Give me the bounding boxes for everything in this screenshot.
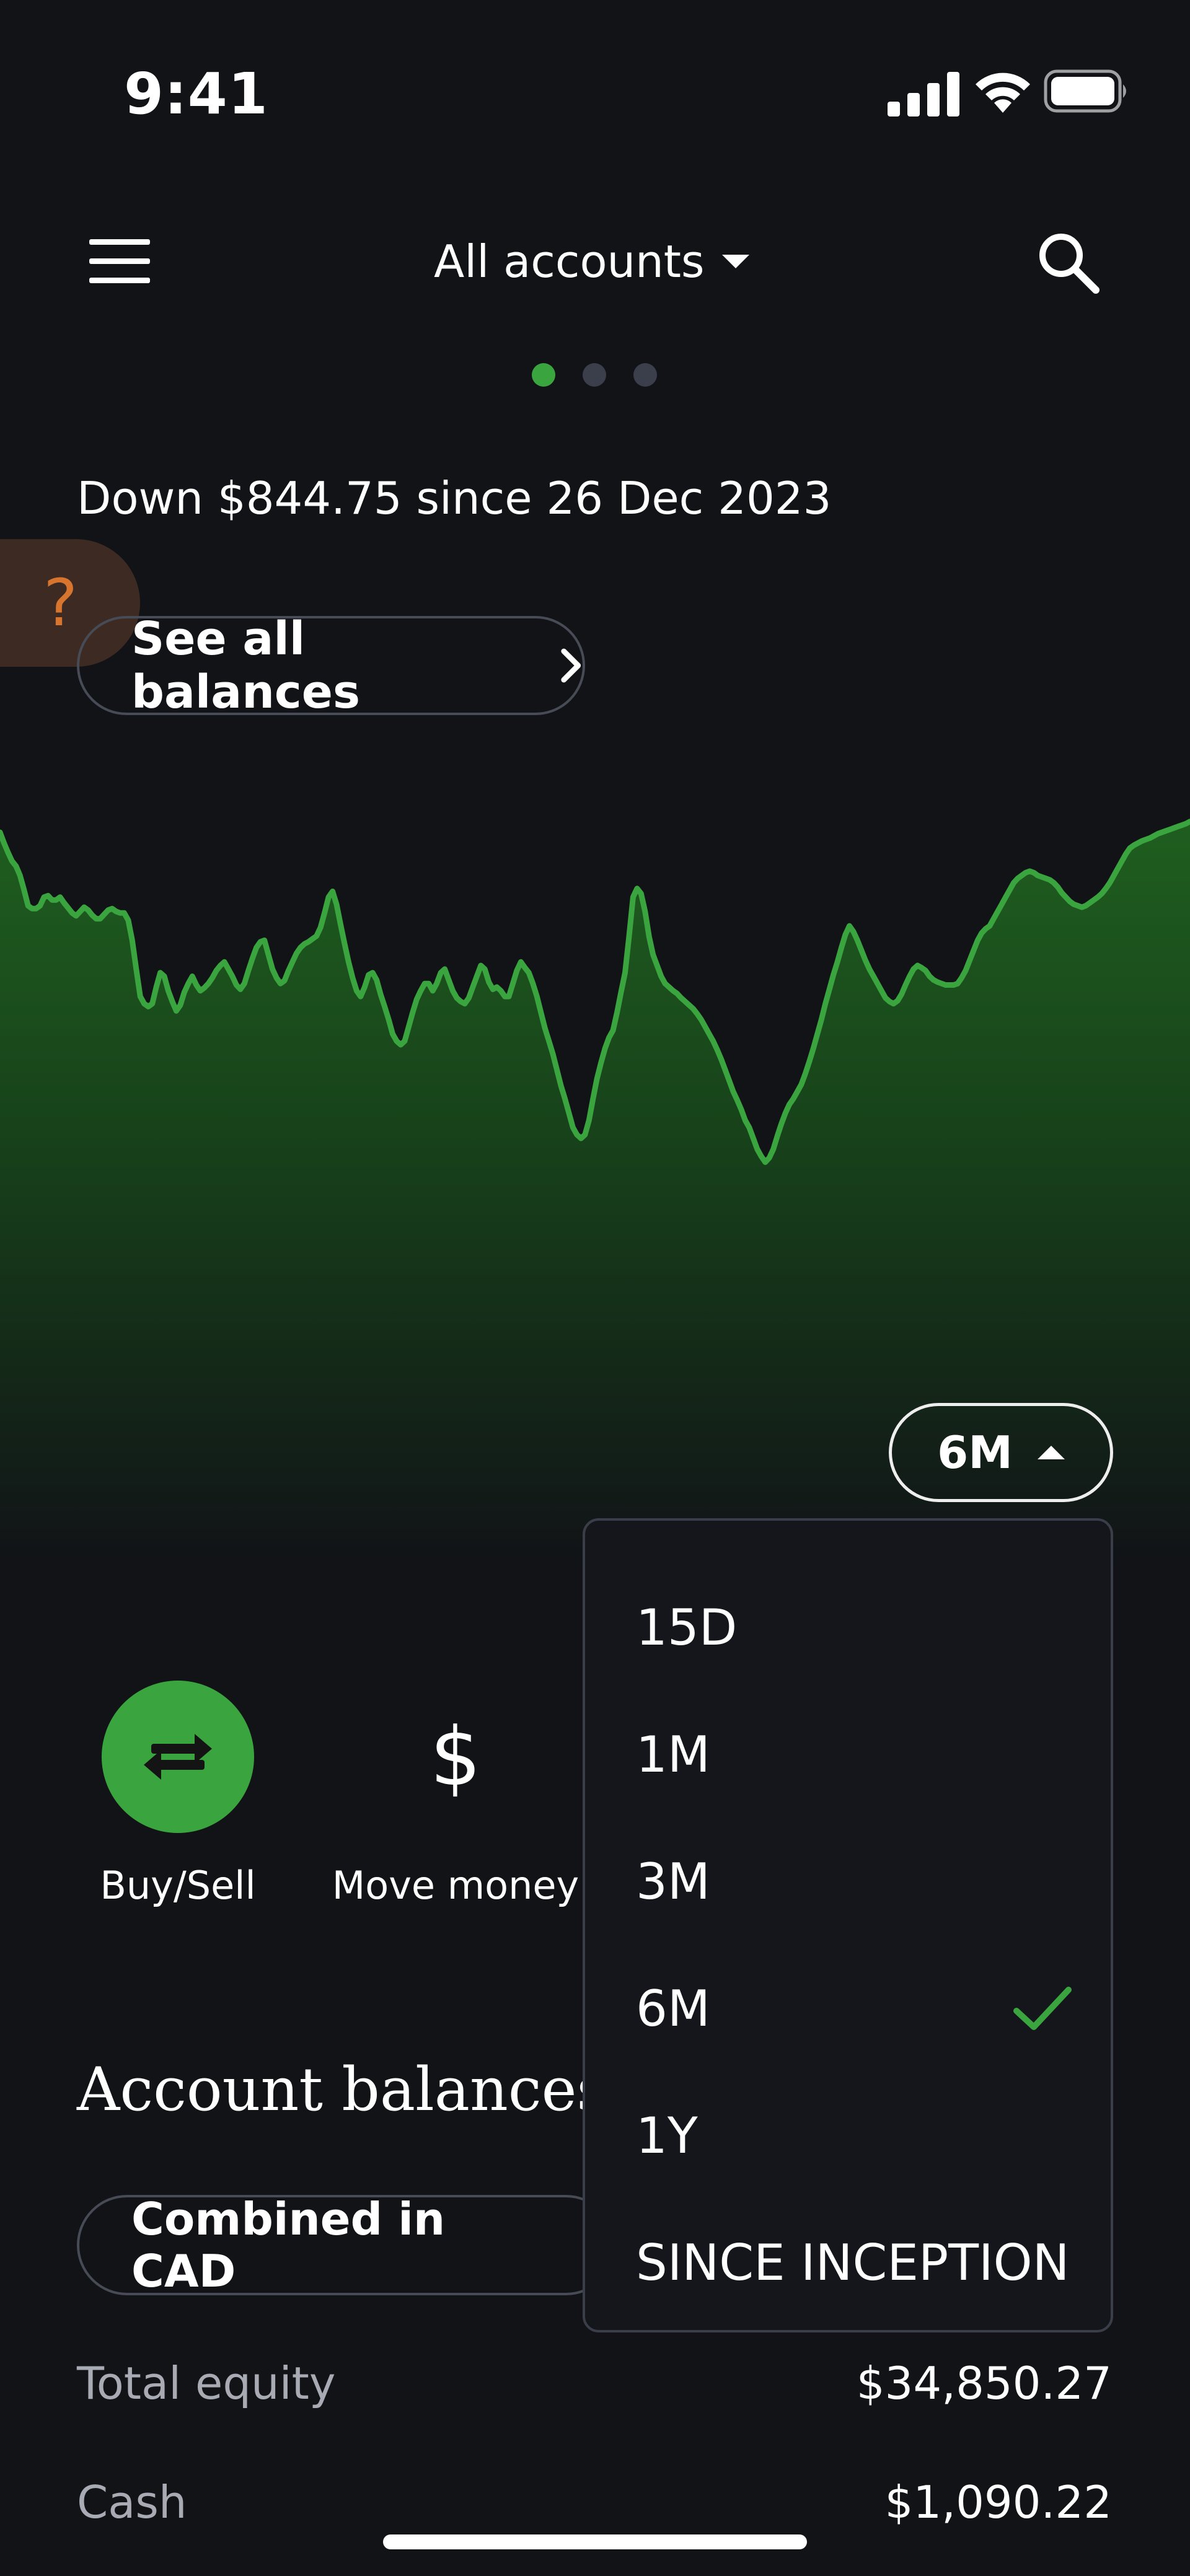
range-option-label: 1M [636,1725,710,1783]
range-option-1m[interactable]: 1M [636,1705,1073,1804]
account-balances-title: Account balances [77,2055,607,2124]
chevron-right-icon [560,648,581,683]
performance-change-text: Down $844.75 since 26 Dec 2023 [77,472,832,524]
page-dot-3[interactable] [633,363,657,387]
range-option-label: 15D [636,1598,738,1656]
range-option-since-inception[interactable]: SINCE INCEPTION [636,2213,1073,2312]
range-option-label: 6M [636,1979,710,2038]
move-money-label[interactable]: Move money [322,1863,589,1908]
dollar-icon[interactable]: $ [409,1704,502,1809]
status-time: 9:41 [124,61,268,127]
currency-selector[interactable]: Combined in CAD [77,2193,616,2297]
search-icon[interactable] [1034,228,1102,296]
range-option-6m[interactable]: 6M [636,1959,1073,2058]
range-option-label: SINCE INCEPTION [636,2233,1070,2292]
range-option-label: 1Y [636,2106,698,2165]
cash-value: $1,090.22 [884,2476,1112,2528]
range-option-3m[interactable]: 3M [636,1832,1073,1931]
home-indicator [383,2534,807,2549]
time-range-button[interactable]: 6M [889,1403,1113,1502]
see-all-balances-button[interactable]: See all balances [77,612,585,719]
buy-sell-label[interactable]: Buy/Sell [62,1863,294,1908]
page-dot-1[interactable] [532,363,555,387]
buy-sell-button[interactable] [102,1681,254,1833]
range-option-1y[interactable]: 1Y [636,2086,1073,2185]
battery-icon [1044,69,1126,113]
chevron-down-icon [721,255,749,268]
cash-label: Cash [77,2476,187,2528]
checkmark-icon [1013,1987,1072,2030]
page-dot-2[interactable] [583,363,606,387]
range-option-label: 3M [636,1852,710,1910]
account-selector[interactable]: All accounts [434,231,769,292]
chevron-up-icon [1037,1446,1065,1459]
currency-selector-label: Combined in CAD [131,2193,446,2297]
account-selector-label: All accounts [434,235,705,288]
help-icon: ? [43,565,78,641]
swap-arrows-icon [144,1734,212,1780]
range-option-15d[interactable]: 15D [636,1578,1073,1677]
total-equity-label: Total equity [77,2357,336,2409]
time-range-label: 6M [937,1426,1013,1479]
hamburger-menu-icon[interactable] [89,239,150,284]
total-equity-value: $34,850.27 [856,2357,1112,2409]
time-range-menu: 15D 1M 3M 6M 1Y SINCE INCEPTION [583,1518,1113,2332]
wifi-icon [976,73,1030,113]
cellular-signal-icon [888,72,959,116]
see-all-balances-label: See all balances [131,612,360,719]
